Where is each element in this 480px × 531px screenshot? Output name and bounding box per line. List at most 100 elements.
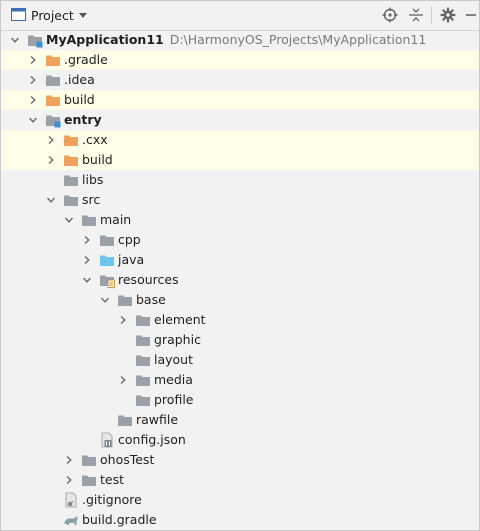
tree-item-graphic[interactable]: graphic (1, 330, 479, 350)
toolbar-divider (431, 6, 432, 24)
locate-icon[interactable] (382, 7, 398, 23)
resources-folder-icon (100, 275, 115, 288)
tree-item-label: media (154, 373, 193, 387)
tree-item-label: libs (82, 173, 103, 187)
tree-item-element[interactable]: element (1, 310, 479, 330)
folder-icon (118, 295, 132, 306)
tree-item-resources[interactable]: resources (1, 270, 479, 290)
tree-item-cpp[interactable]: cpp (1, 230, 479, 250)
tree-item-label: resources (118, 273, 179, 287)
chevron-down-icon[interactable] (10, 35, 20, 45)
tree-item-text: src (82, 192, 101, 207)
chevron-down-icon[interactable] (28, 115, 38, 125)
folder-icon (136, 335, 150, 346)
chevron-right-icon[interactable] (82, 255, 92, 265)
tree-item-text: graphic (154, 332, 201, 347)
tree-item-text: java (118, 252, 145, 267)
tree-item-text: libs (82, 172, 104, 187)
dropdown-arrow-icon[interactable] (77, 9, 89, 21)
tree-item-label: build.gradle (82, 513, 157, 527)
chevron-right-icon[interactable] (28, 75, 38, 85)
tree-item-text: config.json (118, 432, 186, 447)
folder-icon (100, 235, 114, 246)
project-toolbar: Project (1, 1, 479, 31)
folder-icon (64, 195, 78, 206)
tree-item-text: entry (64, 112, 102, 127)
gear-icon[interactable] (440, 7, 456, 23)
gitignore-file-icon (65, 492, 77, 508)
project-panel: Project MyApplication11 D:\HarmonyOS_Proj… (0, 0, 480, 531)
tree-item-label: entry (64, 113, 102, 127)
excluded-folder-icon (64, 155, 78, 166)
tree-item-build-gradle[interactable]: build.gradle (1, 510, 479, 530)
tree-item-profile[interactable]: profile (1, 390, 479, 410)
chevron-right-icon[interactable] (28, 55, 38, 65)
tree-item-rawfile[interactable]: rawfile (1, 410, 479, 430)
tree-item-label: element (154, 313, 206, 327)
folder-icon (64, 175, 78, 186)
tree-item-label: build (82, 153, 113, 167)
folder-icon (136, 375, 150, 386)
chevron-right-icon[interactable] (28, 95, 38, 105)
tree-item-label: MyApplication11 D:\HarmonyOS_Projects\MyA… (46, 33, 426, 47)
tree-item-text: build.gradle (82, 512, 157, 527)
tree-item-text: layout (154, 352, 194, 367)
tree-item-label: .cxx (82, 133, 108, 147)
hide-icon[interactable] (463, 7, 479, 23)
tree-item-test[interactable]: test (1, 470, 479, 490)
folder-icon (82, 455, 96, 466)
chevron-right-icon[interactable] (82, 235, 92, 245)
folder-icon (136, 355, 150, 366)
excluded-folder-icon (64, 135, 78, 146)
tree-item-media[interactable]: media (1, 370, 479, 390)
tree-item-label: config.json (118, 433, 186, 447)
tree-item-layout[interactable]: layout (1, 350, 479, 370)
chevron-down-icon[interactable] (64, 215, 74, 225)
chevron-right-icon[interactable] (64, 455, 74, 465)
folder-icon (136, 395, 150, 406)
tree-item-text: element (154, 312, 206, 327)
project-view-title[interactable]: Project (31, 8, 74, 23)
tree-item-idea[interactable]: .idea (1, 70, 479, 90)
folder-icon (46, 75, 60, 86)
tree-item-base[interactable]: base (1, 290, 479, 310)
chevron-right-icon[interactable] (64, 475, 74, 485)
collapse-all-icon[interactable] (408, 7, 424, 23)
tree-item-text: .gitignore (82, 492, 142, 507)
tree-item-text: resources (118, 272, 179, 287)
chevron-down-icon[interactable] (82, 275, 92, 285)
tree-item-ohostest[interactable]: ohosTest (1, 450, 479, 470)
tree-item-text: ohosTest (100, 452, 155, 467)
tree-item-label: rawfile (136, 413, 178, 427)
chevron-right-icon[interactable] (46, 155, 56, 165)
folder-icon (82, 215, 96, 226)
tree-item-label: java (118, 253, 144, 267)
tree-item-build-entry[interactable]: build (1, 150, 479, 170)
tree-item-gitignore[interactable]: .gitignore (1, 490, 479, 510)
tree-item-config-json[interactable]: config.json (1, 430, 479, 450)
folder-icon (118, 415, 132, 426)
tree-item-src[interactable]: src (1, 190, 479, 210)
tree-item-java[interactable]: java (1, 250, 479, 270)
tree-item-label: ohosTest (100, 453, 154, 467)
source-folder-icon (100, 255, 114, 266)
tree-item-label: profile (154, 393, 193, 407)
tree-item-cxx[interactable]: .cxx (1, 130, 479, 150)
chevron-right-icon[interactable] (118, 315, 128, 325)
chevron-down-icon[interactable] (46, 195, 56, 205)
tree-item-gradle[interactable]: .gradle (1, 50, 479, 70)
tree-item-text: .gradle (64, 52, 108, 67)
chevron-right-icon[interactable] (118, 375, 128, 385)
project-root[interactable]: MyApplication11 D:\HarmonyOS_Projects\MyA… (1, 30, 479, 50)
tree-item-label: graphic (154, 333, 201, 347)
project-view-icon[interactable] (11, 8, 26, 21)
tree-item-main[interactable]: main (1, 210, 479, 230)
tree-item-libs[interactable]: libs (1, 170, 479, 190)
tree-item-build-root[interactable]: build (1, 90, 479, 110)
chevron-down-icon[interactable] (100, 295, 110, 305)
tree-item-label: base (136, 293, 166, 307)
tree-item-text: profile (154, 392, 194, 407)
chevron-right-icon[interactable] (46, 135, 56, 145)
tree-item-entry[interactable]: entry (1, 110, 479, 130)
tree-item-label: .idea (64, 73, 95, 87)
